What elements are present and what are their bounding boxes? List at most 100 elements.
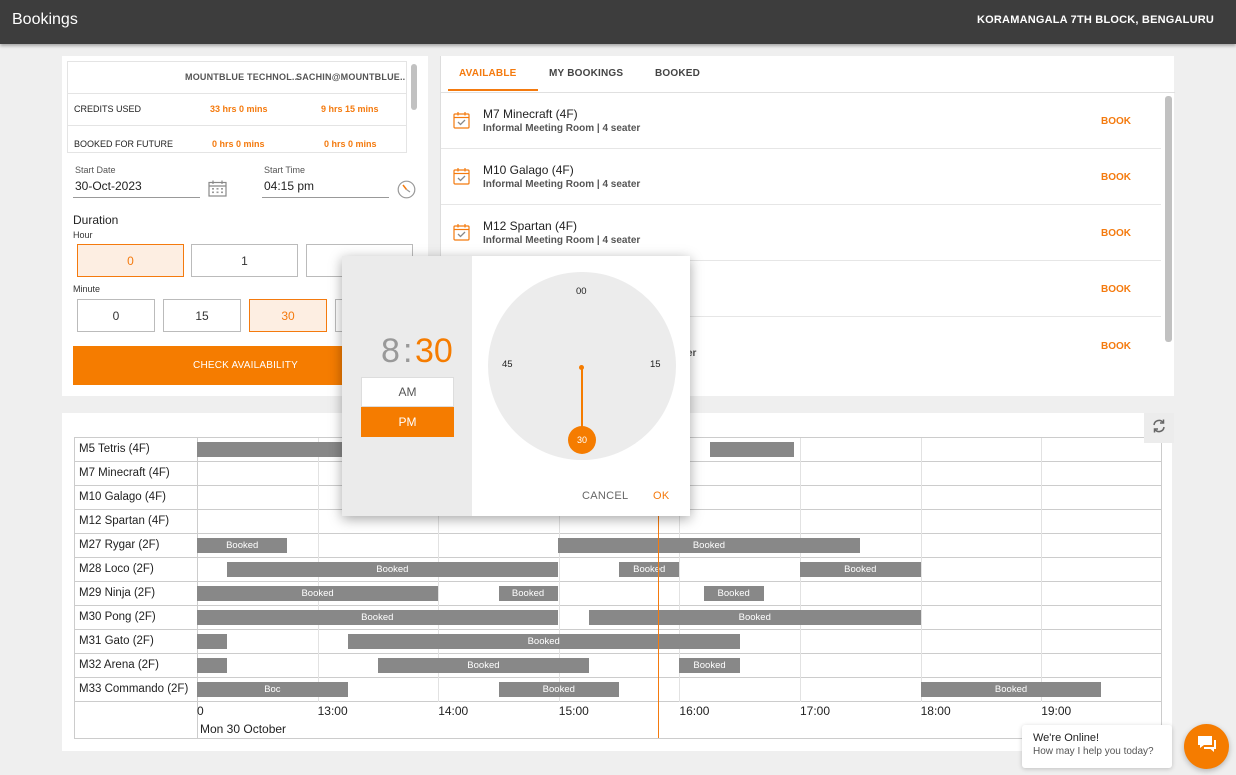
credits-row: BOOKED FOR FUTURE 0 hrs 0 mins 0 hrs 0 m…: [68, 129, 406, 152]
booking-bar[interactable]: Booked: [498, 586, 558, 601]
calendar-icon[interactable]: [208, 180, 227, 202]
credits-value: 9 hrs 15 mins: [321, 104, 379, 114]
time-picker-dialog: 8 : 30 AM PM 00 15 45 30 CANCEL OK: [342, 256, 690, 516]
start-date-label: Start Date: [75, 165, 116, 175]
picker-cancel-button[interactable]: CANCEL: [582, 490, 628, 502]
credits-header-row: MOUNTBLUE TECHNOL... SACHIN@MOUNTBLUE...: [68, 62, 407, 94]
hour-label: 17:00: [800, 704, 831, 718]
schedule-row: M32 Arena (2F): [75, 654, 1161, 678]
book-button[interactable]: BOOK: [1101, 284, 1131, 295]
schedule-room-name: M28 Loco (2F): [79, 563, 154, 575]
start-time-input[interactable]: 04:15 pm: [264, 179, 314, 193]
picker-minute[interactable]: 30: [415, 332, 453, 371]
rooms-scrollbar[interactable]: [1165, 96, 1172, 342]
booking-bar[interactable]: Booked: [347, 634, 740, 649]
book-button[interactable]: BOOK: [1101, 172, 1131, 183]
hour-option-0[interactable]: 0: [77, 244, 184, 277]
time-picker-summary: 8 : 30 AM PM: [342, 256, 472, 516]
minute-option-0[interactable]: 0: [77, 299, 155, 332]
refresh-button[interactable]: [1144, 413, 1174, 443]
booking-bar[interactable]: [197, 634, 228, 649]
booking-bar[interactable]: Booked: [197, 586, 439, 601]
booking-bar[interactable]: Booked: [679, 658, 740, 673]
tab-my-bookings[interactable]: MY BOOKINGS: [549, 68, 623, 79]
calendar-check-icon: [453, 167, 470, 190]
minute-option-30[interactable]: 30: [249, 299, 327, 332]
schedule-room-name: M33 Commando (2F): [79, 683, 189, 695]
hour-option-1[interactable]: 1: [191, 244, 298, 277]
booking-bar[interactable]: Booked: [619, 562, 680, 577]
hour-label: 19:00: [1041, 704, 1072, 718]
hour-label: 15:00: [558, 704, 589, 718]
book-button[interactable]: BOOK: [1101, 341, 1131, 352]
tab-booked[interactable]: BOOKED: [655, 68, 700, 79]
chat-prompt: How may I help you today?: [1033, 746, 1154, 757]
clock-dial[interactable]: 00 15 45 30: [488, 272, 676, 460]
hour-label: 0: [197, 704, 204, 718]
start-time-label: Start Time: [264, 165, 306, 175]
dial-label-15[interactable]: 15: [650, 359, 661, 370]
calendar-check-icon: [453, 111, 470, 134]
chat-icon: [1195, 733, 1219, 760]
dial-label-45[interactable]: 45: [502, 359, 513, 370]
booking-bar[interactable]: Booked: [800, 562, 921, 577]
schedule-room-name: M7 Minecraft (4F): [79, 467, 170, 479]
schedule-room-name: M31 Gato (2F): [79, 635, 154, 647]
chat-launcher-button[interactable]: [1184, 724, 1229, 769]
schedule-room-name: M30 Pong (2F): [79, 611, 156, 623]
booking-bar[interactable]: Booked: [227, 562, 558, 577]
page-title: Bookings: [12, 11, 78, 28]
am-toggle[interactable]: AM: [361, 377, 454, 407]
hour-label: 16:00: [679, 704, 710, 718]
book-button[interactable]: BOOK: [1101, 228, 1131, 239]
active-tab-indicator: [448, 89, 538, 91]
schedule-room-name: M10 Galago (4F): [79, 491, 166, 503]
booking-bar[interactable]: Boc: [197, 682, 348, 697]
room-subtitle: Informal Meeting Room | 4 seater: [483, 179, 641, 190]
room-name: M10 Galago (4F): [483, 163, 574, 177]
start-date-input[interactable]: 30-Oct-2023: [75, 179, 142, 193]
pm-toggle[interactable]: PM: [361, 407, 454, 437]
picker-ok-button[interactable]: OK: [653, 490, 670, 502]
booking-bar[interactable]: Booked: [703, 586, 764, 601]
credits-column-user: SACHIN@MOUNTBLUE...: [296, 72, 407, 82]
booking-bar[interactable]: Booked: [920, 682, 1102, 697]
schedule-room-name: M29 Ninja (2F): [79, 587, 156, 599]
minute-label: Minute: [73, 284, 101, 294]
hour-gridline: [1041, 438, 1043, 702]
booking-bar[interactable]: [709, 442, 794, 457]
dial-center: [579, 365, 584, 370]
minute-option-15[interactable]: 15: [163, 299, 241, 332]
booking-bar[interactable]: Booked: [197, 538, 288, 553]
location-label[interactable]: KORAMANGALA 7TH BLOCK, BENGALURU: [977, 14, 1214, 26]
booking-bar[interactable]: Booked: [377, 658, 589, 673]
booking-bar[interactable]: Booked: [197, 610, 558, 625]
credits-row-label: CREDITS USED: [74, 104, 142, 114]
top-bar: Bookings KORAMANGALA 7TH BLOCK, BENGALUR…: [0, 0, 1236, 44]
room-name: M7 Minecraft (4F): [483, 107, 578, 121]
booking-bar[interactable]: Booked: [588, 610, 921, 625]
hour-label: 13:00: [317, 704, 348, 718]
booking-bar[interactable]: Booked: [557, 538, 861, 553]
picker-hour[interactable]: 8: [381, 332, 400, 371]
chat-bubble[interactable]: We're Online! How may I help you today?: [1022, 725, 1172, 768]
refresh-icon: [1151, 418, 1167, 439]
picker-separator: :: [403, 332, 413, 370]
book-button[interactable]: BOOK: [1101, 116, 1131, 127]
booking-bar[interactable]: Booked: [498, 682, 620, 697]
dial-selected-30[interactable]: 30: [568, 426, 596, 454]
hour-gridline: [920, 438, 922, 702]
credits-value: 33 hrs 0 mins: [210, 104, 268, 114]
booking-bar[interactable]: [197, 658, 228, 673]
credits-scrollbar[interactable]: [411, 64, 417, 110]
clock-icon[interactable]: [397, 180, 416, 204]
hour-label: Hour: [73, 230, 93, 240]
tab-available[interactable]: AVAILABLE: [459, 68, 517, 79]
dial-hand: [581, 368, 583, 429]
dial-label-00[interactable]: 00: [576, 286, 587, 297]
room-subtitle: Informal Meeting Room | 4 seater: [483, 123, 641, 134]
timeline-date: Mon 30 October: [200, 722, 287, 736]
room-item: M7 Minecraft (4F) Informal Meeting Room …: [441, 93, 1161, 149]
hour-label: 18:00: [920, 704, 951, 718]
duration-label: Duration: [73, 213, 119, 227]
